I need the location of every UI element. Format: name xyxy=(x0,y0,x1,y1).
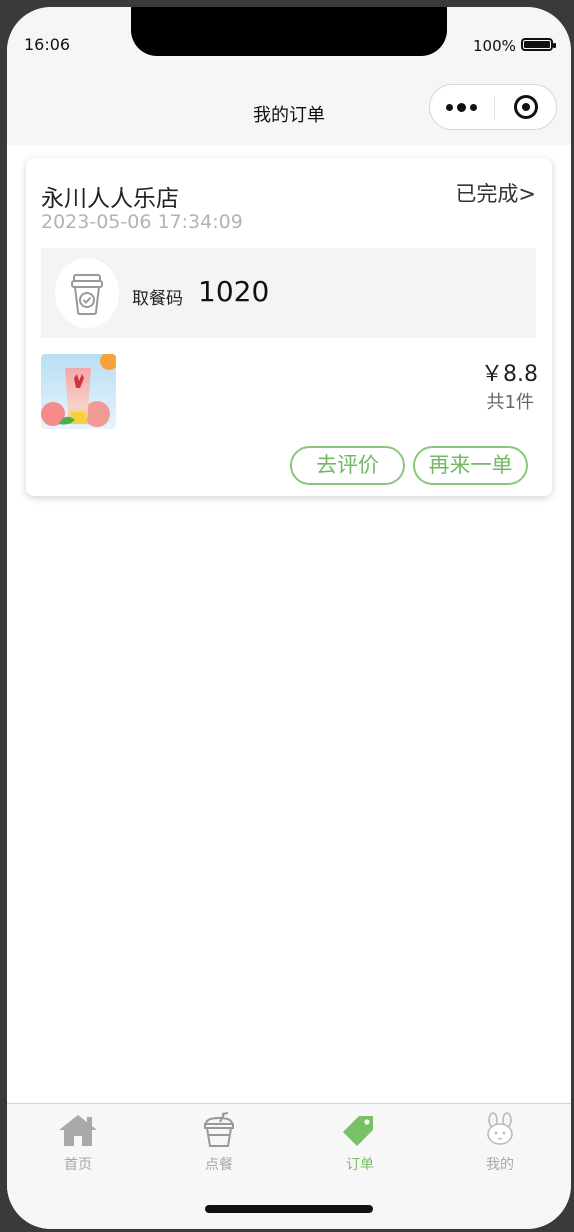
pickup-code-value: 1020 xyxy=(198,275,270,308)
phone-screen: 16:06 100% 我的订单 永川人人乐店 已完成> 2023-05-06 1… xyxy=(7,7,571,1229)
item-count: 共1件 xyxy=(486,392,534,413)
battery-icon xyxy=(521,38,556,51)
tab-order-food[interactable]: 点餐 xyxy=(174,1112,264,1182)
tab-label: 首页 xyxy=(64,1157,92,1173)
home-indicator xyxy=(205,1205,373,1213)
status-time: 16:06 xyxy=(24,35,71,54)
tab-home[interactable]: 首页 xyxy=(33,1112,123,1182)
tab-label: 点餐 xyxy=(205,1157,233,1173)
tab-orders[interactable]: 订单 xyxy=(315,1112,405,1182)
tab-profile[interactable]: 我的 xyxy=(455,1112,545,1182)
cup-icon xyxy=(55,258,119,328)
order-card[interactable]: 永川人人乐店 已完成> 2023-05-06 17:34:09 取餐码 1020 xyxy=(26,158,552,496)
tab-label: 我的 xyxy=(486,1157,514,1173)
mini-program-capsule xyxy=(429,84,557,130)
close-miniprogram-icon[interactable] xyxy=(514,95,538,119)
pickup-code-label: 取餐码 xyxy=(132,289,183,309)
navigation-bar: 我的订单 xyxy=(7,84,571,145)
drink-cup-icon xyxy=(204,1112,234,1147)
tab-label: 订单 xyxy=(346,1157,374,1173)
product-thumbnail[interactable] xyxy=(41,354,116,429)
order-status-link[interactable]: 已完成> xyxy=(455,178,536,208)
tag-icon xyxy=(343,1116,373,1146)
order-price: ￥8.8 xyxy=(481,362,538,387)
reorder-button[interactable]: 再来一单 xyxy=(413,446,528,485)
store-name: 永川人人乐店 xyxy=(41,186,179,212)
rabbit-icon xyxy=(487,1112,513,1145)
order-datetime: 2023-05-06 17:34:09 xyxy=(41,211,243,233)
more-icon[interactable] xyxy=(446,102,480,114)
review-button[interactable]: 去评价 xyxy=(290,446,405,485)
pickup-code-panel: 取餐码 1020 xyxy=(41,248,536,338)
battery-percentage: 100% xyxy=(473,37,516,55)
device-notch xyxy=(131,7,447,56)
house-icon xyxy=(59,1115,97,1146)
capsule-divider xyxy=(494,97,495,119)
